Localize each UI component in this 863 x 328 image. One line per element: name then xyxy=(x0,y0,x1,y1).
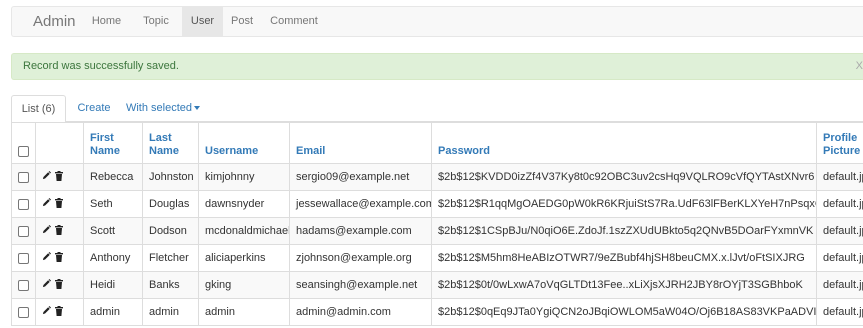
nav-item-comment[interactable]: Comment xyxy=(261,7,327,36)
tab-list[interactable]: List (6) xyxy=(11,95,66,123)
header-username[interactable]: Username xyxy=(198,122,290,164)
row-select-cell xyxy=(11,190,36,218)
cell-profile-picture: default.jpg xyxy=(816,190,863,218)
pencil-icon[interactable] xyxy=(42,225,51,237)
cell-password: $2b$12$0qEq9JTa0YgiQCN2oJBqiOWLOM5aW04O/… xyxy=(431,298,817,326)
cell-username: gking xyxy=(198,271,290,299)
cell-email: sergio09@example.net xyxy=(289,163,432,191)
tab-create[interactable]: Create xyxy=(70,95,118,122)
header-profile-picture[interactable]: Profile Picture xyxy=(816,122,863,164)
pencil-icon[interactable] xyxy=(42,306,51,318)
cell-username: mcdonaldmichael xyxy=(198,217,290,245)
table-row: Rebecca Johnston kimjohnny sergio09@example… xyxy=(11,163,863,191)
cell-profile-picture: default.jpg xyxy=(816,217,863,245)
row-actions xyxy=(35,190,84,218)
select-all-cell xyxy=(11,122,36,164)
cell-first-name: Heidi xyxy=(83,271,143,299)
tab-with-selected[interactable]: With selected xyxy=(123,95,203,122)
cell-password: $2b$12$KVDD0izZf4V37Ky8t0c92OBC3uv2csHq9… xyxy=(431,163,817,191)
cell-last-name: Johnston xyxy=(142,163,199,191)
cell-profile-picture: default.jpg xyxy=(816,298,863,326)
cell-last-name: Dodson xyxy=(142,217,199,245)
actions-header xyxy=(35,122,84,164)
nav-item-home[interactable]: Home xyxy=(83,7,130,36)
cell-profile-picture: default.jpg xyxy=(816,271,863,299)
header-last-name[interactable]: Last Name xyxy=(142,122,199,164)
cell-email: jessewallace@example.com xyxy=(289,190,432,218)
navbar: Admin Home Topic User Post Comment xyxy=(11,6,863,37)
trash-icon[interactable] xyxy=(55,224,63,238)
table-row: Scott Dodson mcdonaldmichael hadams@example… xyxy=(11,217,863,245)
cell-email: hadams@example.com xyxy=(289,217,432,245)
row-checkbox[interactable] xyxy=(18,198,29,210)
cell-first-name: Scott xyxy=(83,217,143,245)
row-actions xyxy=(35,244,84,272)
cell-profile-picture: default.jpg xyxy=(816,163,863,191)
row-select-cell xyxy=(11,298,36,326)
alert-close-button[interactable]: X xyxy=(856,54,863,79)
cell-username: dawnsnyder xyxy=(198,190,290,218)
cell-profile-picture: default.jpg xyxy=(816,244,863,272)
select-all-checkbox[interactable] xyxy=(18,145,29,157)
cell-password: $2b$12$M5hm8HeABIzOTWR7/9eZBubf4hjSH8beu… xyxy=(431,244,817,272)
nav-item-post[interactable]: Post xyxy=(223,7,261,36)
pencil-icon[interactable] xyxy=(42,279,51,291)
trash-icon[interactable] xyxy=(55,170,63,184)
row-actions xyxy=(35,217,84,245)
cell-last-name: Douglas xyxy=(142,190,199,218)
cell-last-name: Fletcher xyxy=(142,244,199,272)
cell-password: $2b$12$1CSpBJu/N0qiO6E.ZdoJf.1szZXUdUBkt… xyxy=(431,217,817,245)
cell-first-name: Seth xyxy=(83,190,143,218)
nav-item-user[interactable]: User xyxy=(182,7,223,36)
table-row: Anthony Fletcher aliciaperkins zjohnson@exa… xyxy=(11,244,863,272)
users-table: First Name Last Name Username Email Pass… xyxy=(11,122,863,326)
caret-down-icon xyxy=(194,106,201,111)
trash-icon[interactable] xyxy=(55,278,63,292)
cell-first-name: Anthony xyxy=(83,244,143,272)
row-checkbox[interactable] xyxy=(18,279,29,291)
row-checkbox[interactable] xyxy=(18,306,29,318)
pencil-icon[interactable] xyxy=(42,198,51,210)
pencil-icon[interactable] xyxy=(42,252,51,264)
pencil-icon[interactable] xyxy=(42,171,51,183)
row-select-cell xyxy=(11,271,36,299)
cell-email: seansingh@example.net xyxy=(289,271,432,299)
trash-icon[interactable] xyxy=(55,305,63,319)
cell-username: kimjohnny xyxy=(198,163,290,191)
list-tabs: List (6) Create With selected xyxy=(11,95,863,123)
table-row: Seth Douglas dawnsnyder jessewallace@exampl… xyxy=(11,190,863,218)
row-actions xyxy=(35,163,84,191)
row-checkbox[interactable] xyxy=(18,171,29,183)
row-actions xyxy=(35,271,84,299)
row-select-cell xyxy=(11,217,36,245)
cell-last-name: admin xyxy=(142,298,199,326)
header-password[interactable]: Password xyxy=(431,122,817,164)
cell-username: aliciaperkins xyxy=(198,244,290,272)
row-select-cell xyxy=(11,244,36,272)
row-checkbox[interactable] xyxy=(18,252,29,264)
table-row: Heidi Banks gking seansingh@example.net $2b$… xyxy=(11,271,863,299)
cell-first-name: Rebecca xyxy=(83,163,143,191)
alert-message: Record was successfully saved. xyxy=(23,60,179,72)
table-header-row: First Name Last Name Username Email Pass… xyxy=(11,122,863,164)
cell-password: $2b$12$R1qqMgOAEDG0pW0kR6KRjuiStS7Ra.UdF… xyxy=(431,190,817,218)
cell-email: admin@admin.com xyxy=(289,298,432,326)
header-first-name[interactable]: First Name xyxy=(83,122,143,164)
navbar-brand[interactable]: Admin xyxy=(33,7,76,36)
trash-icon[interactable] xyxy=(55,197,63,211)
row-actions xyxy=(35,298,84,326)
cell-username: admin xyxy=(198,298,290,326)
trash-icon[interactable] xyxy=(55,251,63,265)
row-select-cell xyxy=(11,163,36,191)
with-selected-label: With selected xyxy=(125,102,193,114)
nav-item-topic[interactable]: Topic xyxy=(130,7,182,36)
cell-last-name: Banks xyxy=(142,271,199,299)
cell-password: $2b$12$0t/0wLxwA7oVqGLTDt13Fee..xLiXjsXJ… xyxy=(431,271,817,299)
table-row: admin admin admin admin@admin.com $2b$12$0qE… xyxy=(11,298,863,326)
header-email[interactable]: Email xyxy=(289,122,432,164)
cell-email: zjohnson@example.org xyxy=(289,244,432,272)
row-checkbox[interactable] xyxy=(18,225,29,237)
cell-first-name: admin xyxy=(83,298,143,326)
success-alert: Record was successfully saved. X xyxy=(11,53,863,80)
